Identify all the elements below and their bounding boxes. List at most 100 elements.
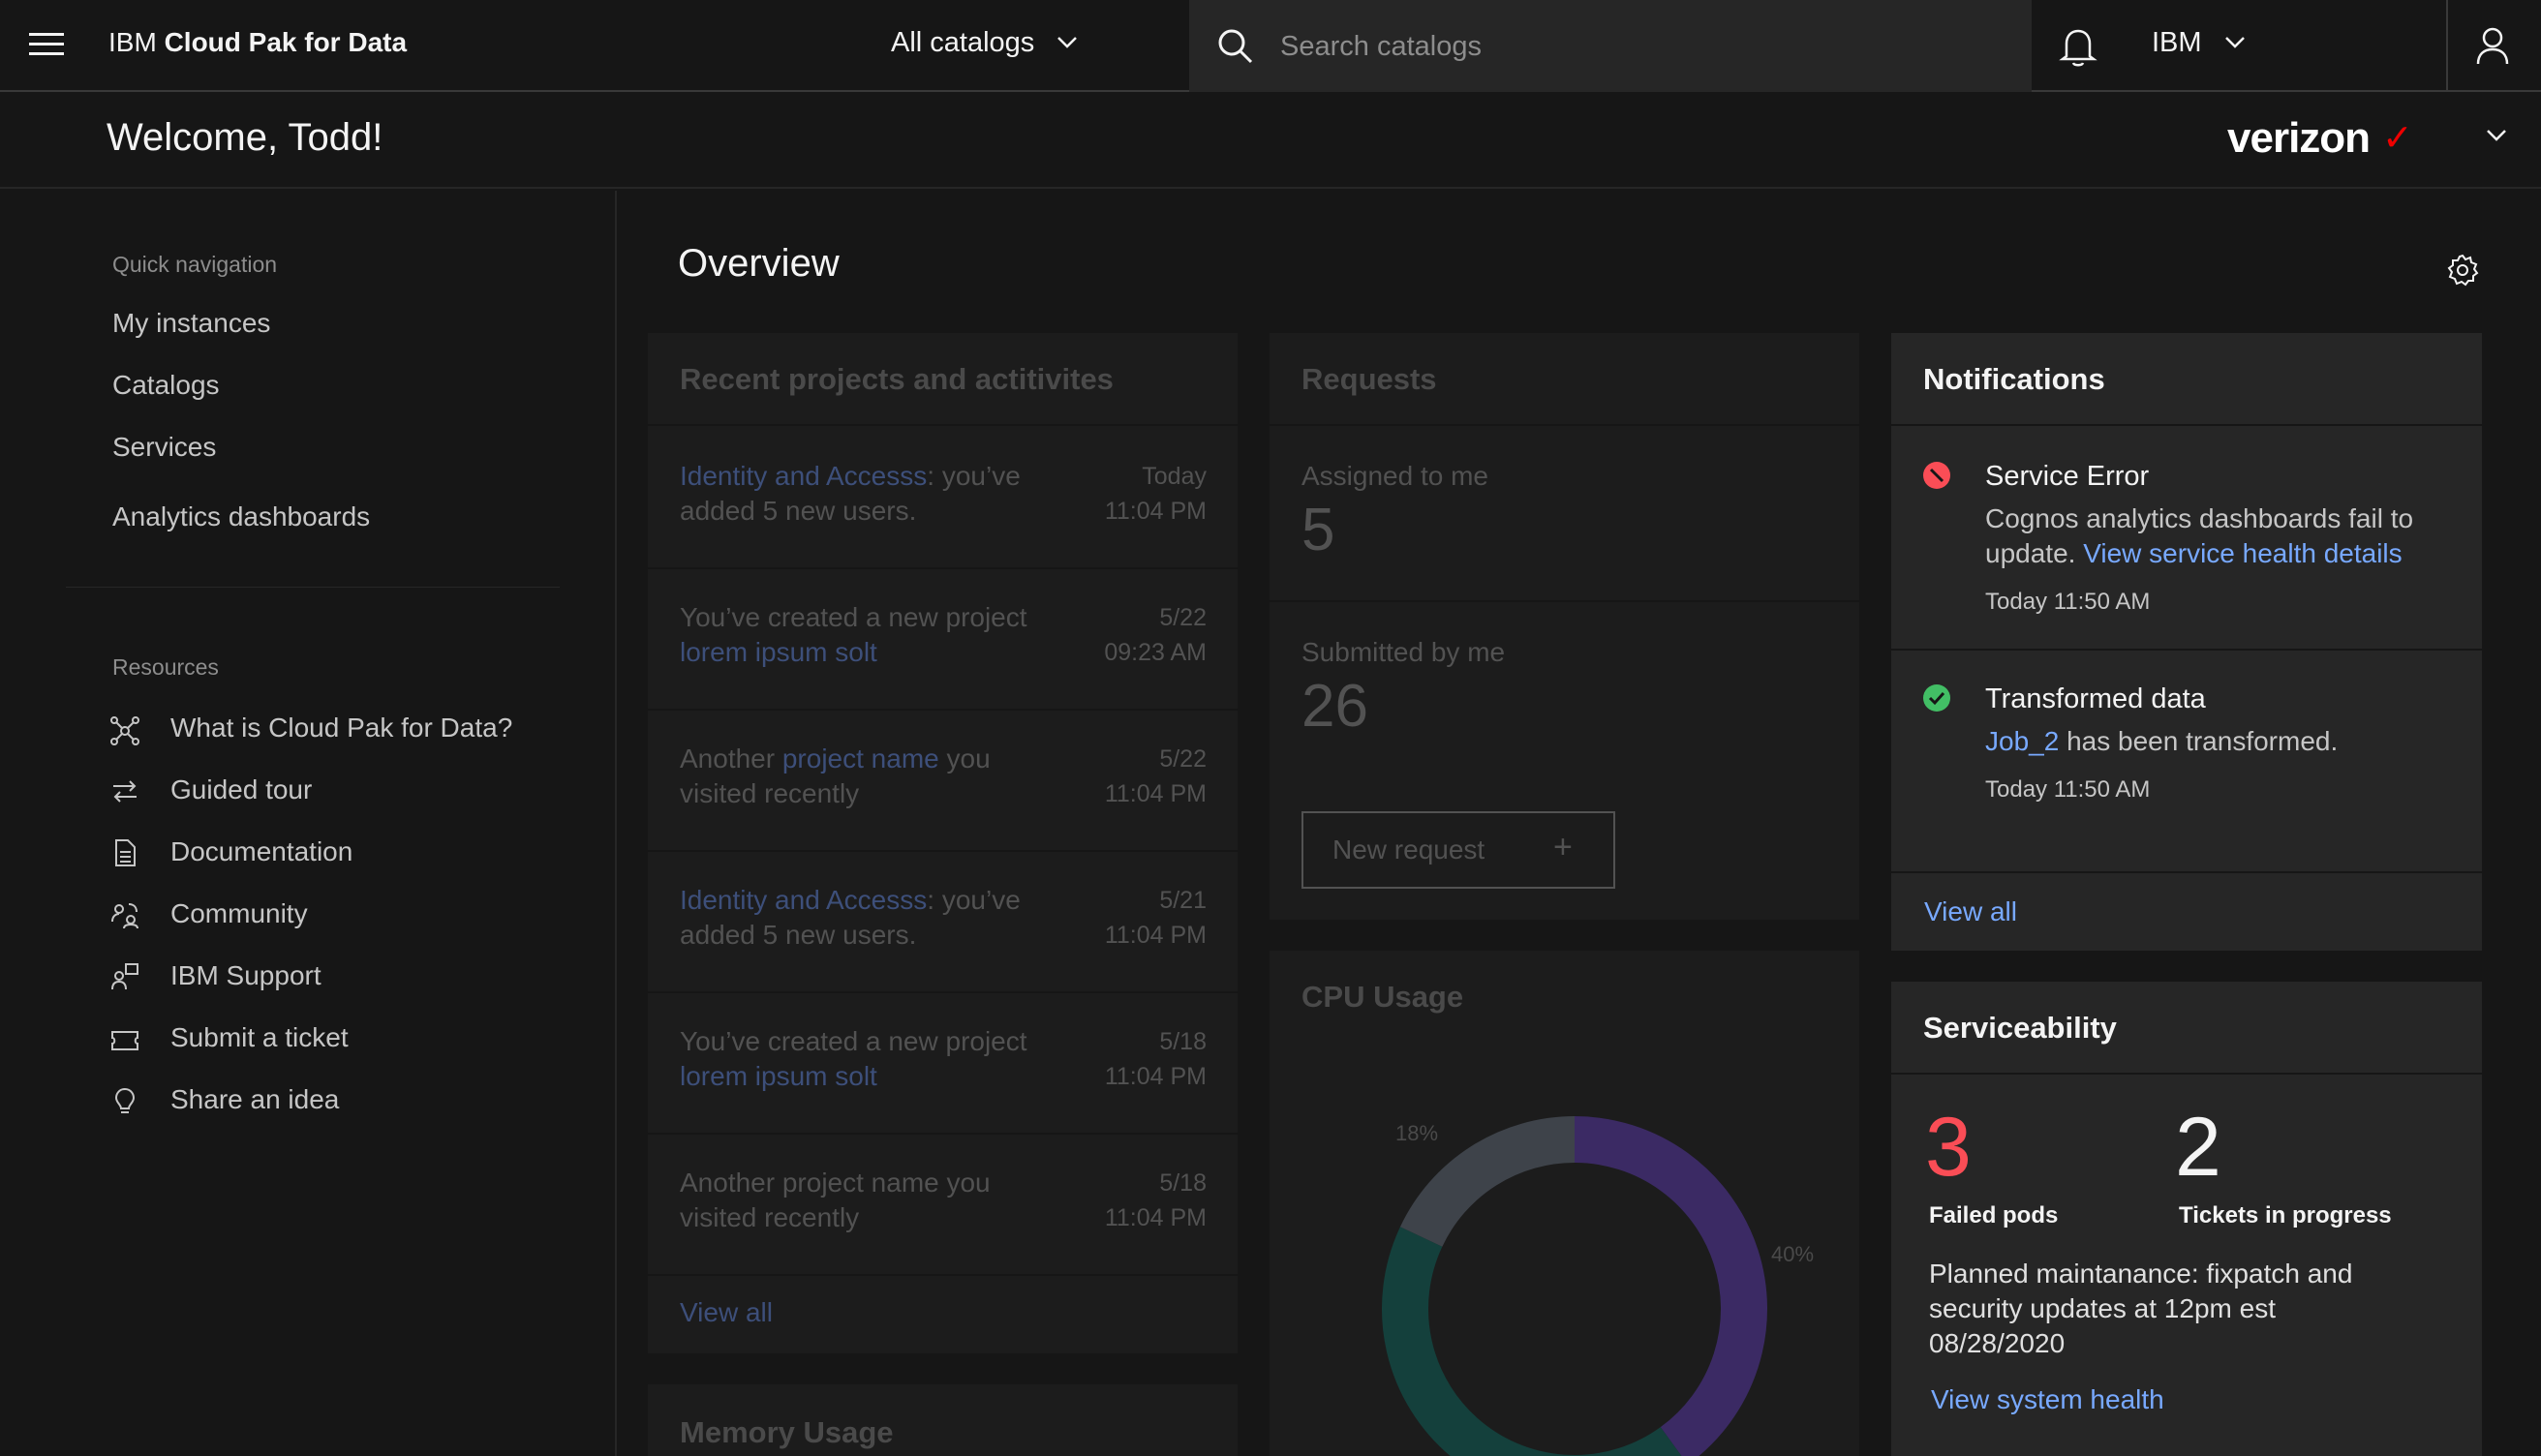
divider — [1270, 424, 1859, 426]
divider — [1891, 424, 2482, 426]
recent-item-link[interactable]: lorem ipsum solt — [680, 1061, 877, 1091]
recent-item-date: Today 11:04 PM — [1052, 459, 1207, 529]
failed-pods-count[interactable]: 3 — [1925, 1100, 1972, 1196]
recent-item-date: 5/22 11:04 PM — [1052, 742, 1207, 811]
recent-item-time: 11:04 PM — [1104, 780, 1207, 807]
divider — [1270, 600, 1859, 602]
notification-time: Today 11:50 AM — [1985, 776, 2151, 803]
chevron-down-icon[interactable] — [2223, 35, 2247, 50]
recent-item-link[interactable]: project name — [782, 743, 939, 774]
recent-item-time: 11:04 PM — [1104, 1204, 1207, 1231]
resource-guided-tour[interactable]: Guided tour — [170, 774, 312, 805]
resource-what-is-cpd[interactable]: What is Cloud Pak for Data? — [170, 713, 512, 743]
recent-item-time: 11:04 PM — [1104, 922, 1207, 949]
notifications-view-all-link[interactable]: View all — [1924, 896, 2017, 927]
notification-title: Transformed data — [1985, 683, 2206, 714]
recent-item-link[interactable]: Identity and Accesss — [680, 885, 927, 915]
page-title: Overview — [678, 242, 840, 285]
cpu-label-40: 40% — [1771, 1242, 1814, 1266]
memory-usage-title: Memory Usage — [680, 1415, 894, 1449]
recent-item[interactable]: Another project name you visited recentl… — [680, 1166, 1067, 1235]
recent-item-text: You’ve created a new project — [680, 602, 1027, 632]
catalog-selector[interactable]: All catalogs — [891, 27, 1034, 59]
recent-projects-title: Recent projects and actitivites — [680, 362, 1114, 396]
recent-item[interactable]: You’ve created a new project lorem ipsum… — [680, 1024, 1067, 1094]
recent-item[interactable]: Identity and Accesss: you’ve added 5 new… — [680, 459, 1067, 529]
document-icon — [115, 839, 136, 866]
cpu-slice — [1574, 1116, 1767, 1456]
assigned-count[interactable]: 5 — [1301, 496, 1334, 564]
tickets-label: Tickets in progress — [2179, 1202, 2392, 1228]
chevron-down-icon[interactable] — [2485, 128, 2508, 143]
recent-view-all-link[interactable]: View all — [680, 1297, 773, 1328]
recent-item-day: Today — [1142, 463, 1207, 490]
divider — [648, 850, 1238, 852]
recent-item[interactable]: Another project name you visited recentl… — [680, 742, 1067, 811]
recent-item-date: 5/21 11:04 PM — [1052, 883, 1207, 953]
notification-text: has been transformed. — [2059, 726, 2339, 756]
cpu-label-18: 18% — [1395, 1121, 1438, 1145]
cpu-slice — [1399, 1116, 1576, 1248]
search-icon[interactable] — [1216, 27, 1255, 66]
requests-title: Requests — [1301, 362, 1437, 396]
notification-body: Cognos analytics dashboards fail to upda… — [1985, 501, 2450, 571]
recent-item-time: 09:23 AM — [1104, 639, 1207, 666]
ticket-icon — [111, 1031, 138, 1050]
resource-documentation[interactable]: Documentation — [170, 836, 352, 867]
header-divider — [2446, 0, 2448, 92]
resource-community[interactable]: Community — [170, 898, 308, 929]
nav-item-services[interactable]: Services — [112, 432, 216, 463]
resources-label: Resources — [112, 654, 219, 680]
notification-body: Job_2 has been transformed. — [1985, 724, 2450, 759]
resource-ibm-support[interactable]: IBM Support — [170, 960, 321, 991]
nav-item-analytics-dashboards[interactable]: Analytics dashboards — [112, 501, 370, 532]
plus-icon: + — [1553, 829, 1573, 865]
divider — [648, 709, 1238, 711]
recent-item-day: 5/21 — [1159, 887, 1207, 914]
recent-item-link[interactable]: lorem ipsum solt — [680, 637, 877, 667]
notifications-title: Notifications — [1923, 362, 2105, 396]
arrows-swap-icon — [113, 780, 137, 803]
network-icon — [110, 716, 139, 745]
nav-divider — [66, 587, 560, 588]
nav-item-my-instances[interactable]: My instances — [112, 308, 270, 339]
tenant-selector[interactable]: IBM — [2152, 27, 2202, 59]
welcome-heading: Welcome, Todd! — [107, 116, 383, 159]
support-icon — [111, 963, 138, 990]
left-nav — [0, 191, 617, 1456]
divider — [648, 424, 1238, 426]
divider — [648, 991, 1238, 993]
search-input[interactable] — [1280, 23, 1997, 70]
chevron-down-icon[interactable] — [1056, 35, 1079, 50]
bell-icon[interactable] — [2059, 25, 2097, 68]
recent-item-date: 5/18 11:04 PM — [1052, 1024, 1207, 1094]
error-icon — [1923, 462, 1950, 489]
view-system-health-link[interactable]: View system health — [1931, 1384, 2164, 1415]
view-service-health-link[interactable]: View service health details — [2083, 538, 2402, 568]
divider — [648, 567, 1238, 569]
recent-item-text: Another project name you visited recentl… — [680, 1168, 991, 1232]
user-icon[interactable] — [2473, 25, 2512, 68]
resource-submit-ticket[interactable]: Submit a ticket — [170, 1022, 349, 1053]
recent-item-day: 5/22 — [1159, 604, 1207, 631]
menu-icon[interactable] — [29, 33, 64, 60]
org-logo-mark: ✓ — [2382, 118, 2413, 159]
gear-icon[interactable] — [2446, 254, 2479, 287]
failed-pods-label: Failed pods — [1929, 1202, 2059, 1228]
product-name[interactable]: IBM Cloud Pak for Data — [108, 27, 407, 58]
recent-item-link[interactable]: Identity and Accesss — [680, 461, 927, 491]
notification-time: Today 11:50 AM — [1985, 589, 2151, 615]
nav-item-catalogs[interactable]: Catalogs — [112, 370, 220, 401]
recent-item-day: 5/18 — [1159, 1028, 1207, 1055]
recent-item[interactable]: You’ve created a new project lorem ipsum… — [680, 600, 1067, 670]
maintenance-notice: Planned maintanance: fixpatch and securi… — [1929, 1259, 2353, 1358]
new-request-button[interactable]: New request + — [1301, 811, 1615, 889]
org-logo: verizon — [2227, 114, 2371, 162]
resource-share-idea[interactable]: Share an idea — [170, 1084, 339, 1115]
recent-item-time: 11:04 PM — [1104, 498, 1207, 525]
job-link[interactable]: Job_2 — [1985, 726, 2059, 756]
cpu-usage-title: CPU Usage — [1301, 980, 1464, 1014]
tickets-count[interactable]: 2 — [2175, 1100, 2221, 1196]
recent-item[interactable]: Identity and Accesss: you’ve added 5 new… — [680, 883, 1067, 953]
submitted-count[interactable]: 26 — [1301, 672, 1368, 741]
